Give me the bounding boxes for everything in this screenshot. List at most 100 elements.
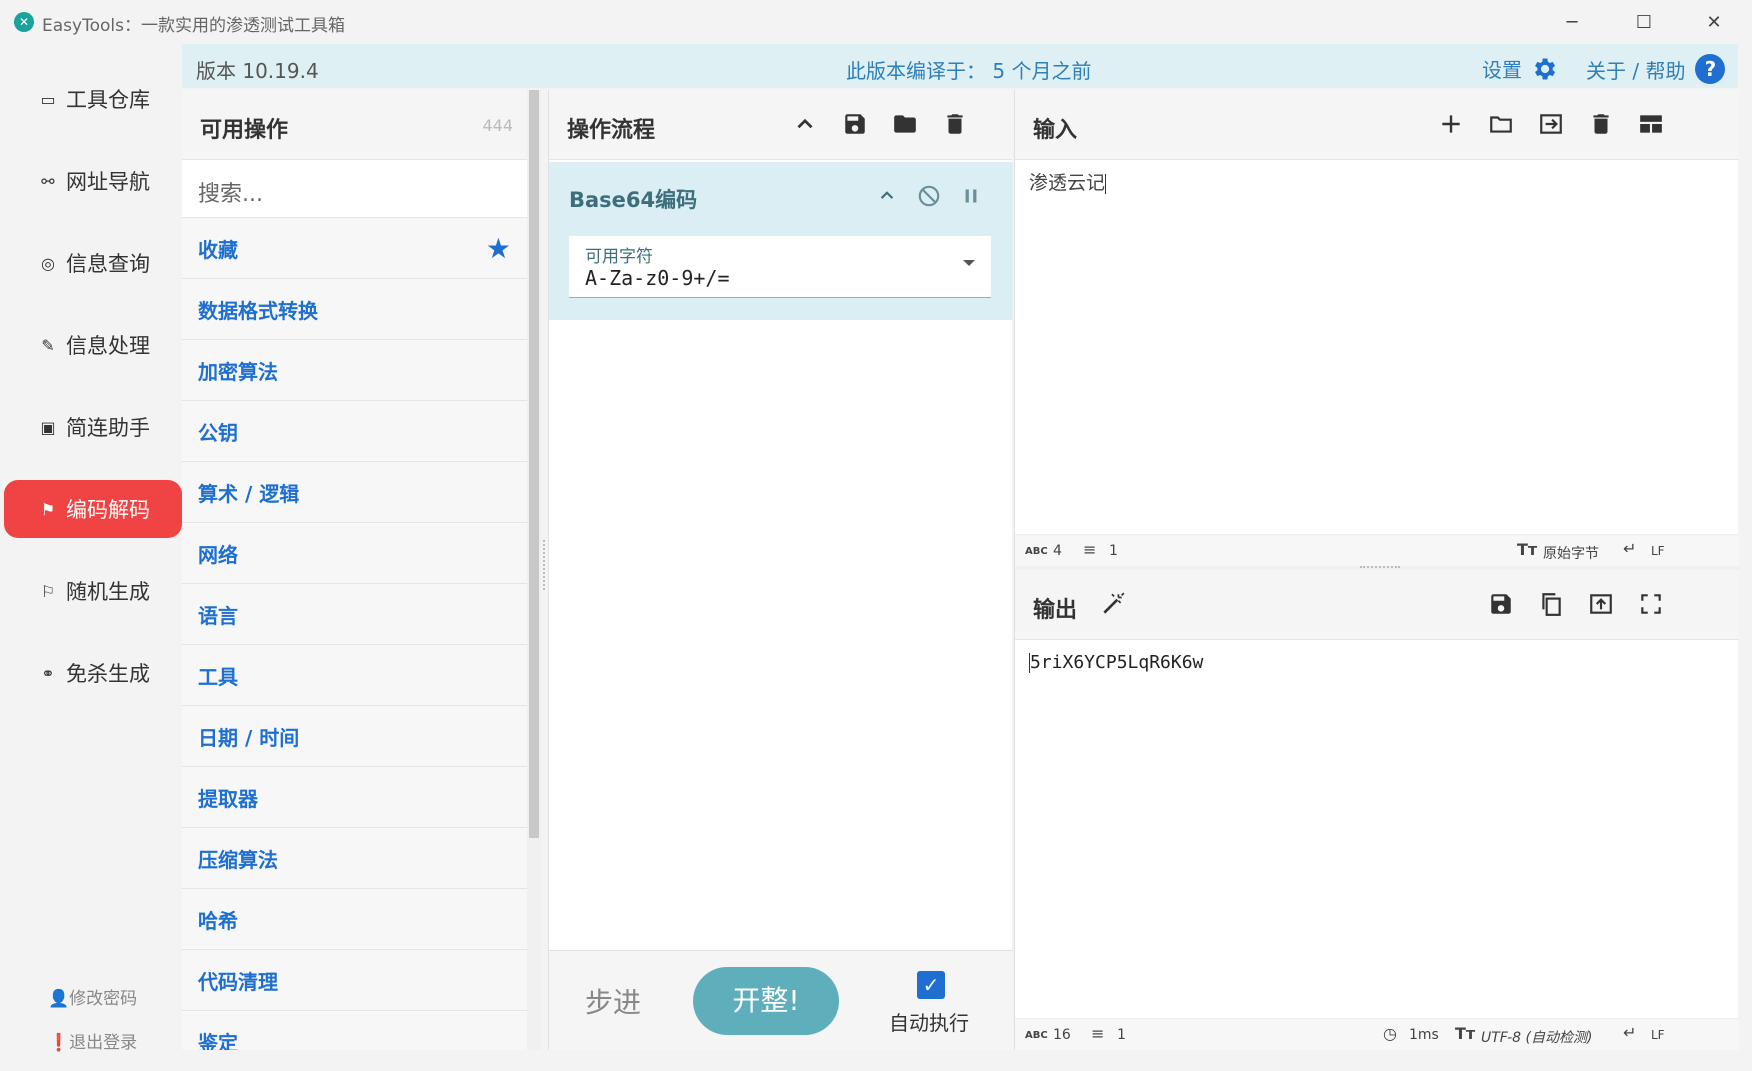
operation-category-item[interactable]: 算术 / 逻辑 <box>182 462 527 523</box>
left-nav: ▭ 工具仓库 ⚯ 网址导航 ◎ 信息查询 ✎ 信息处理 ▣ 简连助手 ⚑ 编码解… <box>0 44 182 1054</box>
operation-category-label: 加密算法 <box>198 359 278 384</box>
magic-wand-icon <box>1103 592 1125 614</box>
operation-category-label: 数据格式转换 <box>198 298 318 323</box>
version-label: 版本 10.19.4 <box>196 59 319 83</box>
nav-item-info-query[interactable]: ◎ 信息查询 <box>4 234 182 292</box>
operation-category-item[interactable]: 哈希 <box>182 889 527 950</box>
load-recipe-button[interactable] <box>889 108 921 140</box>
nav-item-random-gen[interactable]: ⚐ 随机生成 <box>4 562 182 620</box>
minimize-button[interactable]: ─ <box>1542 6 1602 38</box>
step-button[interactable]: 步进 <box>585 981 641 1021</box>
input-text: 渗透云记 <box>1029 172 1106 194</box>
pause-icon <box>965 189 977 203</box>
open-folder-button[interactable] <box>1535 108 1567 140</box>
settings-button[interactable]: 设置 <box>1482 54 1558 83</box>
nav-item-connect-assistant[interactable]: ▣ 简连助手 <box>4 398 182 456</box>
folder-icon <box>894 115 916 133</box>
bake-button[interactable]: 开整! <box>693 967 839 1035</box>
output-status-bar: ABC 16 ≡ 1 ◷ 1ms Tт UTF-8 (自动检测) ↵ LF <box>1015 1018 1739 1050</box>
change-password-link[interactable]: 👤修改密码 <box>48 984 137 1009</box>
about-help-label: 关于 / 帮助 <box>1586 58 1686 83</box>
nav-item-label: 编码解码 <box>66 498 150 522</box>
output-eol[interactable]: LF <box>1651 1028 1665 1042</box>
operations-search-input[interactable]: 搜索... <box>182 160 527 218</box>
clear-recipe-button[interactable] <box>939 108 971 140</box>
lines-icon: ≡ <box>1091 1024 1105 1043</box>
app-window: ✕ EasyTools：一款实用的渗透测试工具箱 ─ ☐ ✕ ▭ 工具仓库 ⚯ … <box>0 0 1752 1071</box>
trash-icon <box>1593 114 1609 134</box>
auto-bake-checkbox[interactable]: ✓ <box>917 971 945 999</box>
input-status-bar: ABC 4 ≡ 1 Tт 原始字节 ↵ LF <box>1015 534 1739 566</box>
nav-item-av-evasion[interactable]: ⚭ 免杀生成 <box>4 644 182 702</box>
operation-category-item[interactable]: 提取器 <box>182 767 527 828</box>
column-splitter[interactable] <box>543 540 546 590</box>
output-title: 输出 <box>1033 598 1078 623</box>
output-header: 输出 <box>1015 570 1739 640</box>
collapse-all-button[interactable] <box>789 108 821 140</box>
close-button[interactable]: ✕ <box>1684 6 1744 38</box>
operation-category-item[interactable]: 加密算法 <box>182 340 527 401</box>
io-splitter-handle[interactable] <box>1360 566 1400 569</box>
operation-category-item[interactable]: 收藏 ★ <box>182 218 527 279</box>
operation-category-label: 代码清理 <box>198 969 278 994</box>
operation-category-label: 鉴定 <box>198 1030 238 1051</box>
operation-category-item[interactable]: 数据格式转换 <box>182 279 527 340</box>
output-text: 5riX6YCP5LqR6K6w <box>1030 652 1204 673</box>
folder-open-icon <box>1490 116 1512 133</box>
alphabet-select[interactable]: 可用字符 A-Za-z0-9+/= <box>569 236 991 298</box>
operation-category-item[interactable]: 压缩算法 <box>182 828 527 889</box>
nav-item-info-process[interactable]: ✎ 信息处理 <box>4 316 182 374</box>
about-help-button[interactable]: 关于 / 帮助 ? <box>1586 54 1726 84</box>
flag-icon: ⚑ <box>40 499 56 519</box>
upload-icon <box>1590 594 1612 614</box>
output-lines: 1 <box>1117 1027 1126 1043</box>
operation-category-label: 工具 <box>198 664 238 689</box>
add-input-button[interactable] <box>1435 108 1467 140</box>
output-encoding[interactable]: UTF-8 (自动检测) <box>1481 1027 1592 1047</box>
maximize-output-button[interactable] <box>1635 588 1667 620</box>
operation-breakpoint-button[interactable] <box>955 180 987 212</box>
maximize-button[interactable]: ☐ <box>1614 6 1674 38</box>
magic-button[interactable] <box>1097 588 1129 620</box>
recipe-operation-card[interactable]: Base64编码 可用字符 A-Za-z0-9+/= <box>549 162 1013 320</box>
operation-category-item[interactable]: 语言 <box>182 584 527 645</box>
operation-category-item[interactable]: 网络 <box>182 523 527 584</box>
input-encoding[interactable]: 原始字节 <box>1543 543 1599 563</box>
operations-header: 可用操作 444 <box>182 90 527 160</box>
compiled-label: 此版本编译于： 5 个月之前 <box>846 59 1092 83</box>
nav-item-encode-decode[interactable]: ⚑ 编码解码 <box>4 480 182 538</box>
input-icon <box>1540 114 1562 134</box>
operation-category-item[interactable]: 代码清理 <box>182 950 527 1011</box>
replace-input-button[interactable] <box>1585 588 1617 620</box>
nav-item-label: 信息处理 <box>66 334 150 358</box>
operation-category-item[interactable]: 鉴定 <box>182 1011 527 1050</box>
operation-disable-button[interactable] <box>913 180 945 212</box>
operation-category-item[interactable]: 工具 <box>182 645 527 706</box>
save-recipe-button[interactable] <box>839 108 871 140</box>
clear-input-button[interactable] <box>1585 108 1617 140</box>
nav-item-tool-repo[interactable]: ▭ 工具仓库 <box>4 70 182 128</box>
fullscreen-icon <box>1641 594 1661 614</box>
scrollbar-thumb[interactable] <box>529 90 539 838</box>
nav-item-url-nav[interactable]: ⚯ 网址导航 <box>4 152 182 210</box>
operation-category-item[interactable]: 日期 / 时间 <box>182 706 527 767</box>
output-textarea[interactable]: 5riX6YCP5LqR6K6w <box>1029 652 1203 673</box>
operations-scrollbar[interactable] <box>527 90 541 1050</box>
input-eol[interactable]: LF <box>1651 544 1665 558</box>
chevron-up-icon <box>797 118 813 129</box>
operation-collapse-button[interactable] <box>871 180 903 212</box>
save-icon <box>1491 594 1511 614</box>
input-textarea[interactable]: 渗透云记 <box>1029 168 1107 195</box>
operations-category-list: 收藏 ★ 数据格式转换 加密算法公钥 算术 / 逻辑 网络 语言工具日期 / 时间提取器压缩… <box>182 218 527 1050</box>
nav-item-label: 随机生成 <box>66 580 150 604</box>
input-lines: 1 <box>1109 543 1118 559</box>
logout-link[interactable]: ❗退出登录 <box>48 1028 137 1053</box>
reset-layout-button[interactable] <box>1635 108 1667 140</box>
save-output-button[interactable] <box>1485 588 1517 620</box>
operation-category-label: 提取器 <box>198 786 258 811</box>
nav-item-label: 网址导航 <box>66 170 150 194</box>
copy-output-button[interactable] <box>1535 588 1567 620</box>
text-format-icon: Tт <box>1455 1024 1476 1043</box>
operation-category-item[interactable]: 公钥 <box>182 401 527 462</box>
open-file-button[interactable] <box>1485 108 1517 140</box>
